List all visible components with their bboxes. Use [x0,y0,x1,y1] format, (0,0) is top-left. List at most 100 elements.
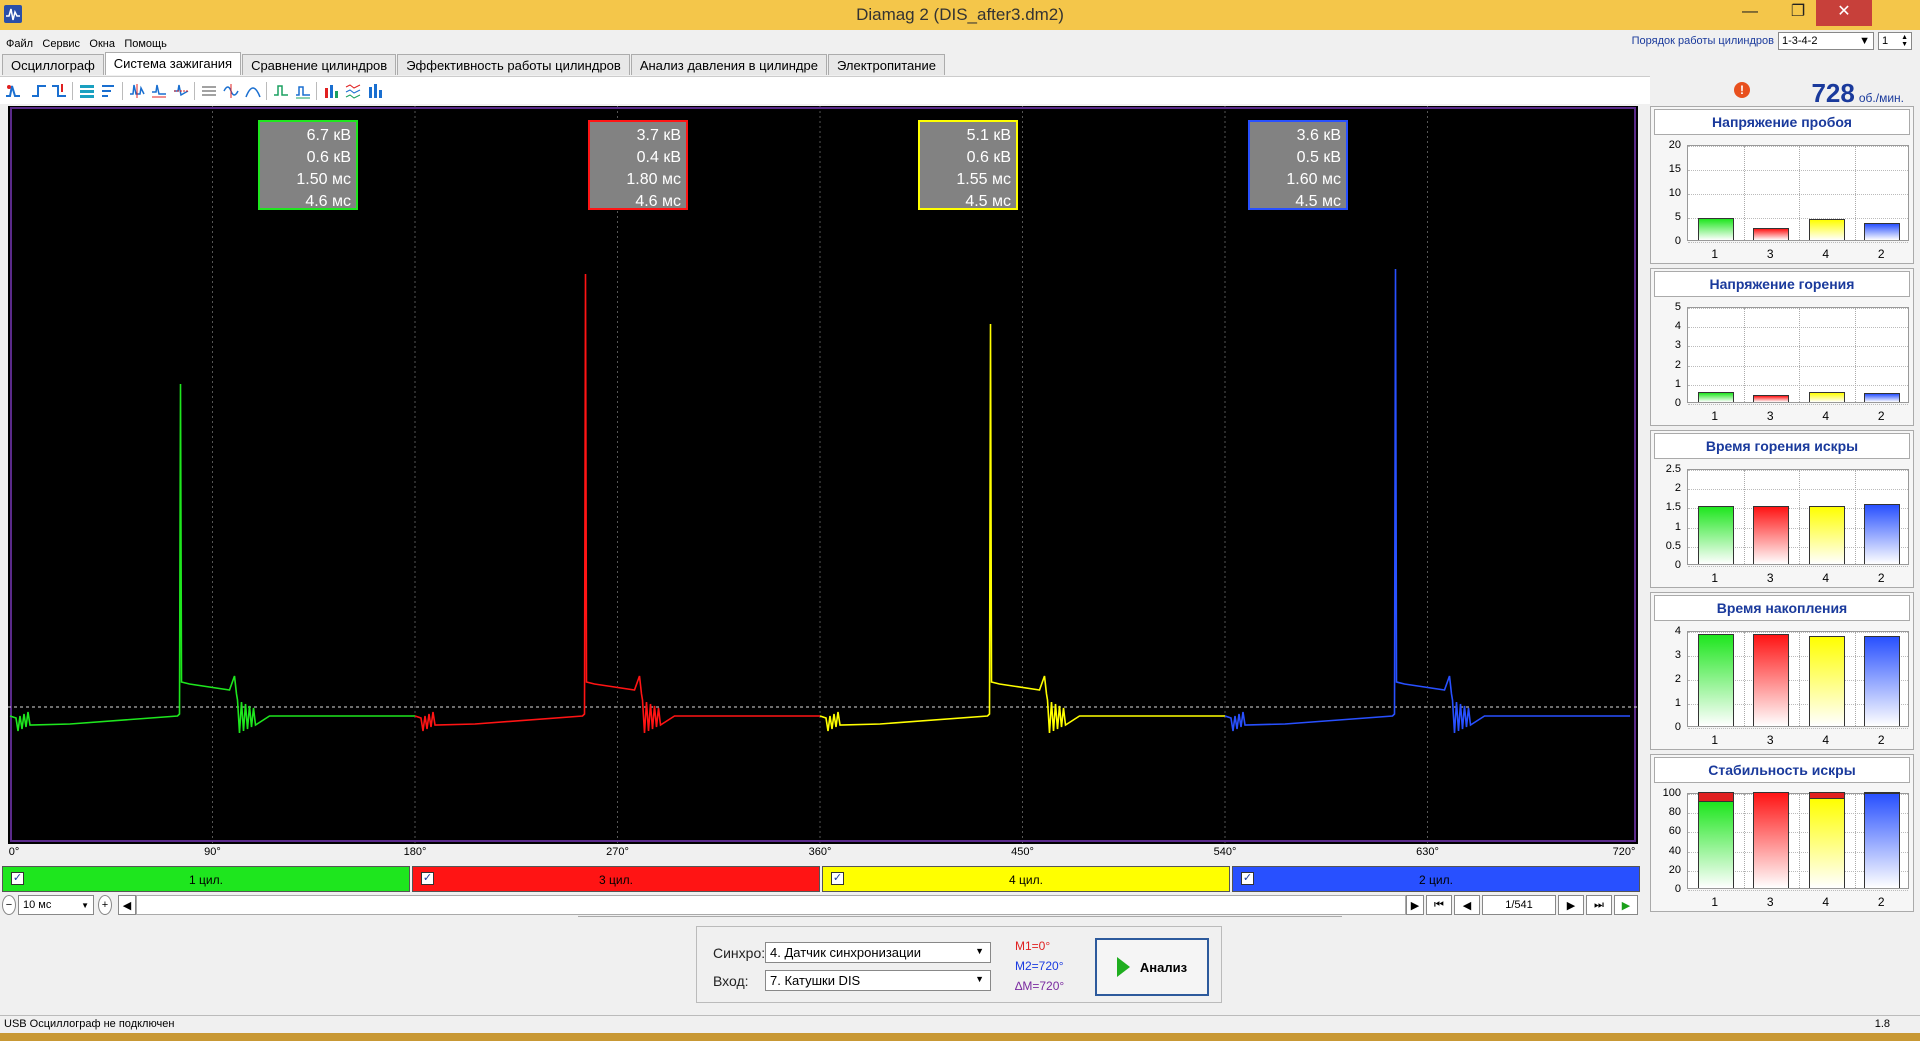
x-tick-label: 3 [1766,571,1774,585]
chart-bar [1753,227,1790,240]
chart-plot-area [1687,791,1909,891]
fall-edge-icon[interactable] [50,82,68,100]
plot-frame [10,107,1636,842]
x-tick-label: 1 [1711,571,1719,585]
lines-icon[interactable] [200,82,218,100]
stats-panel: Напряжение пробоя 20 15 10 5 0 1 3 4 2 Напряжение … [1648,104,1920,914]
taskbar [0,1033,1920,1041]
menu-file[interactable]: Файл [6,38,33,50]
waveform-level-icon[interactable] [172,82,190,100]
grid-line [1854,470,1856,564]
grid-line [1688,489,1908,491]
cylinder-order-select[interactable]: 1-3-4-2 ▼ [1778,32,1874,50]
x-tick-label: 1 [1711,895,1719,909]
scroll-right-button[interactable]: ▶ [1406,895,1424,915]
menu-windows[interactable]: Окна [89,38,115,50]
cylinder-value-line: 4.6 мс [305,193,351,210]
zoom-out-icon[interactable]: − [2,895,16,915]
degree-tick: 270° [606,846,629,858]
cylinder-index-value: 1 [1882,35,1889,47]
maximize-button[interactable]: ❐ [1776,0,1820,26]
multi-wave-icon[interactable] [344,82,362,100]
tab-oscilloscope[interactable]: Осциллограф [2,54,104,75]
tab-power-supply[interactable]: Электропитание [827,54,945,75]
chart-bar [1697,800,1734,888]
x-tick-label: 2 [1877,409,1885,423]
degree-tick: 720° [1612,846,1636,858]
instability-bar [1808,792,1845,798]
x-tick-label: 3 [1766,733,1774,747]
stat-chart: Напряжение горения 5 4 3 2 1 0 1 3 4 2 [1650,268,1914,426]
chart-bar [1808,797,1845,888]
marker-m1: M1=0° [1015,939,1051,953]
degree-tick: 630° [1416,846,1439,858]
menu-service[interactable]: Сервис [42,38,80,50]
tab-cylinder-comparison[interactable]: Сравнение цилиндров [242,54,397,75]
cylinder-value-line: 0.6 кВ [966,149,1011,166]
tab-cylinder-efficiency[interactable]: Эффективность работы цилиндров [397,54,630,75]
cylinder-toggle-bar[interactable]: ✓ 1 цил. [2,866,410,892]
next-page-button[interactable]: ▶ [1558,895,1584,915]
degree-tick: 360° [808,846,832,858]
waveform-split-icon[interactable] [128,82,146,100]
first-page-button[interactable]: ⏮ [1426,895,1452,915]
oscilloscope-view[interactable] [8,106,1638,844]
cylinder-toggle-bar[interactable]: ✓ 3 цил. [412,866,820,892]
tab-pressure-analysis[interactable]: Анализ давления в цилиндре [630,54,827,75]
bar-chart-icon[interactable] [322,82,340,100]
y-tick-label: 80 [1668,806,1681,819]
timebase-select[interactable]: 10 мс ▼ [18,895,94,915]
menu-help[interactable]: Помощь [124,38,167,50]
cylinder-value-line: 0.6 кВ [306,149,351,166]
waveform-marker-icon[interactable] [150,82,168,100]
cursor-tool-icon[interactable] [4,82,22,100]
prev-page-button[interactable]: ◀ [1454,895,1480,915]
minimize-button[interactable]: — [1728,0,1772,26]
cylinder-value-box: 3.6 кВ 0.5 кВ 1.60 мс 4.5 мс [1248,120,1348,210]
last-page-button[interactable]: ⏭ [1586,895,1612,915]
cylinder-toggle-bar[interactable]: ✓ 4 цил. [822,866,1230,892]
cylinder-value-line: 5.1 кВ [966,127,1011,144]
chart-plot-area [1687,307,1909,405]
pulse-compare-icon[interactable] [294,82,312,100]
status-text: USB Осциллограф не подключен [4,1018,175,1030]
pulse-measure-icon[interactable] [272,82,290,100]
chart-plot-area [1687,469,1909,567]
waveform-plot[interactable] [8,106,1638,844]
sine-icon[interactable] [222,82,240,100]
cylinder-label: 1 цил. [189,873,223,887]
zoom-in-icon[interactable]: + [98,895,112,915]
cylinder-toggle-bar[interactable]: ✓ 2 цил. [1232,866,1640,892]
cylinder-order-label: Порядок работы цилиндров [1631,35,1774,47]
horizontal-scrollbar[interactable] [136,895,1406,915]
chart-title: Напряжение пробоя [1654,109,1910,135]
warning-icon[interactable]: ! [1734,82,1750,98]
stat-chart: Напряжение пробоя 20 15 10 5 0 1 3 4 2 [1650,106,1914,264]
grid-line [1688,384,1908,386]
cylinder-index-spinner[interactable]: 1 ▲ ▼ [1878,32,1912,50]
histogram-icon[interactable] [366,82,384,100]
y-tick-label: 4 [1674,320,1681,333]
close-button[interactable]: ✕ [1816,0,1872,26]
tab-ignition-system[interactable]: Система зажигания [104,52,242,75]
chart-title: Стабильность искры [1654,757,1910,783]
panel-splitter[interactable] [578,916,1342,922]
play-button[interactable]: ▶ [1614,895,1638,915]
sync-select[interactable]: 4. Датчик синхронизации ▼ [765,942,991,963]
chevron-down-icon: ▼ [975,974,984,984]
grid-line [1743,308,1745,402]
arch-icon[interactable] [244,82,262,100]
rpm-unit: об./мин. [1858,91,1904,105]
analyze-button[interactable]: Анализ [1095,938,1209,996]
y-tick-label: 100 [1662,787,1681,799]
y-tick-label: 3 [1674,649,1681,661]
chart-bar [1697,634,1734,726]
rise-edge-icon[interactable] [30,82,48,100]
grid-line [1799,146,1800,240]
scroll-left-button[interactable]: ◀ [118,895,136,915]
chart-bar [1864,636,1901,726]
layers-icon[interactable] [78,82,96,100]
sort-icon[interactable] [100,82,118,100]
y-tick-label: 2 [1674,673,1681,685]
input-select[interactable]: 7. Катушки DIS ▼ [765,970,991,991]
